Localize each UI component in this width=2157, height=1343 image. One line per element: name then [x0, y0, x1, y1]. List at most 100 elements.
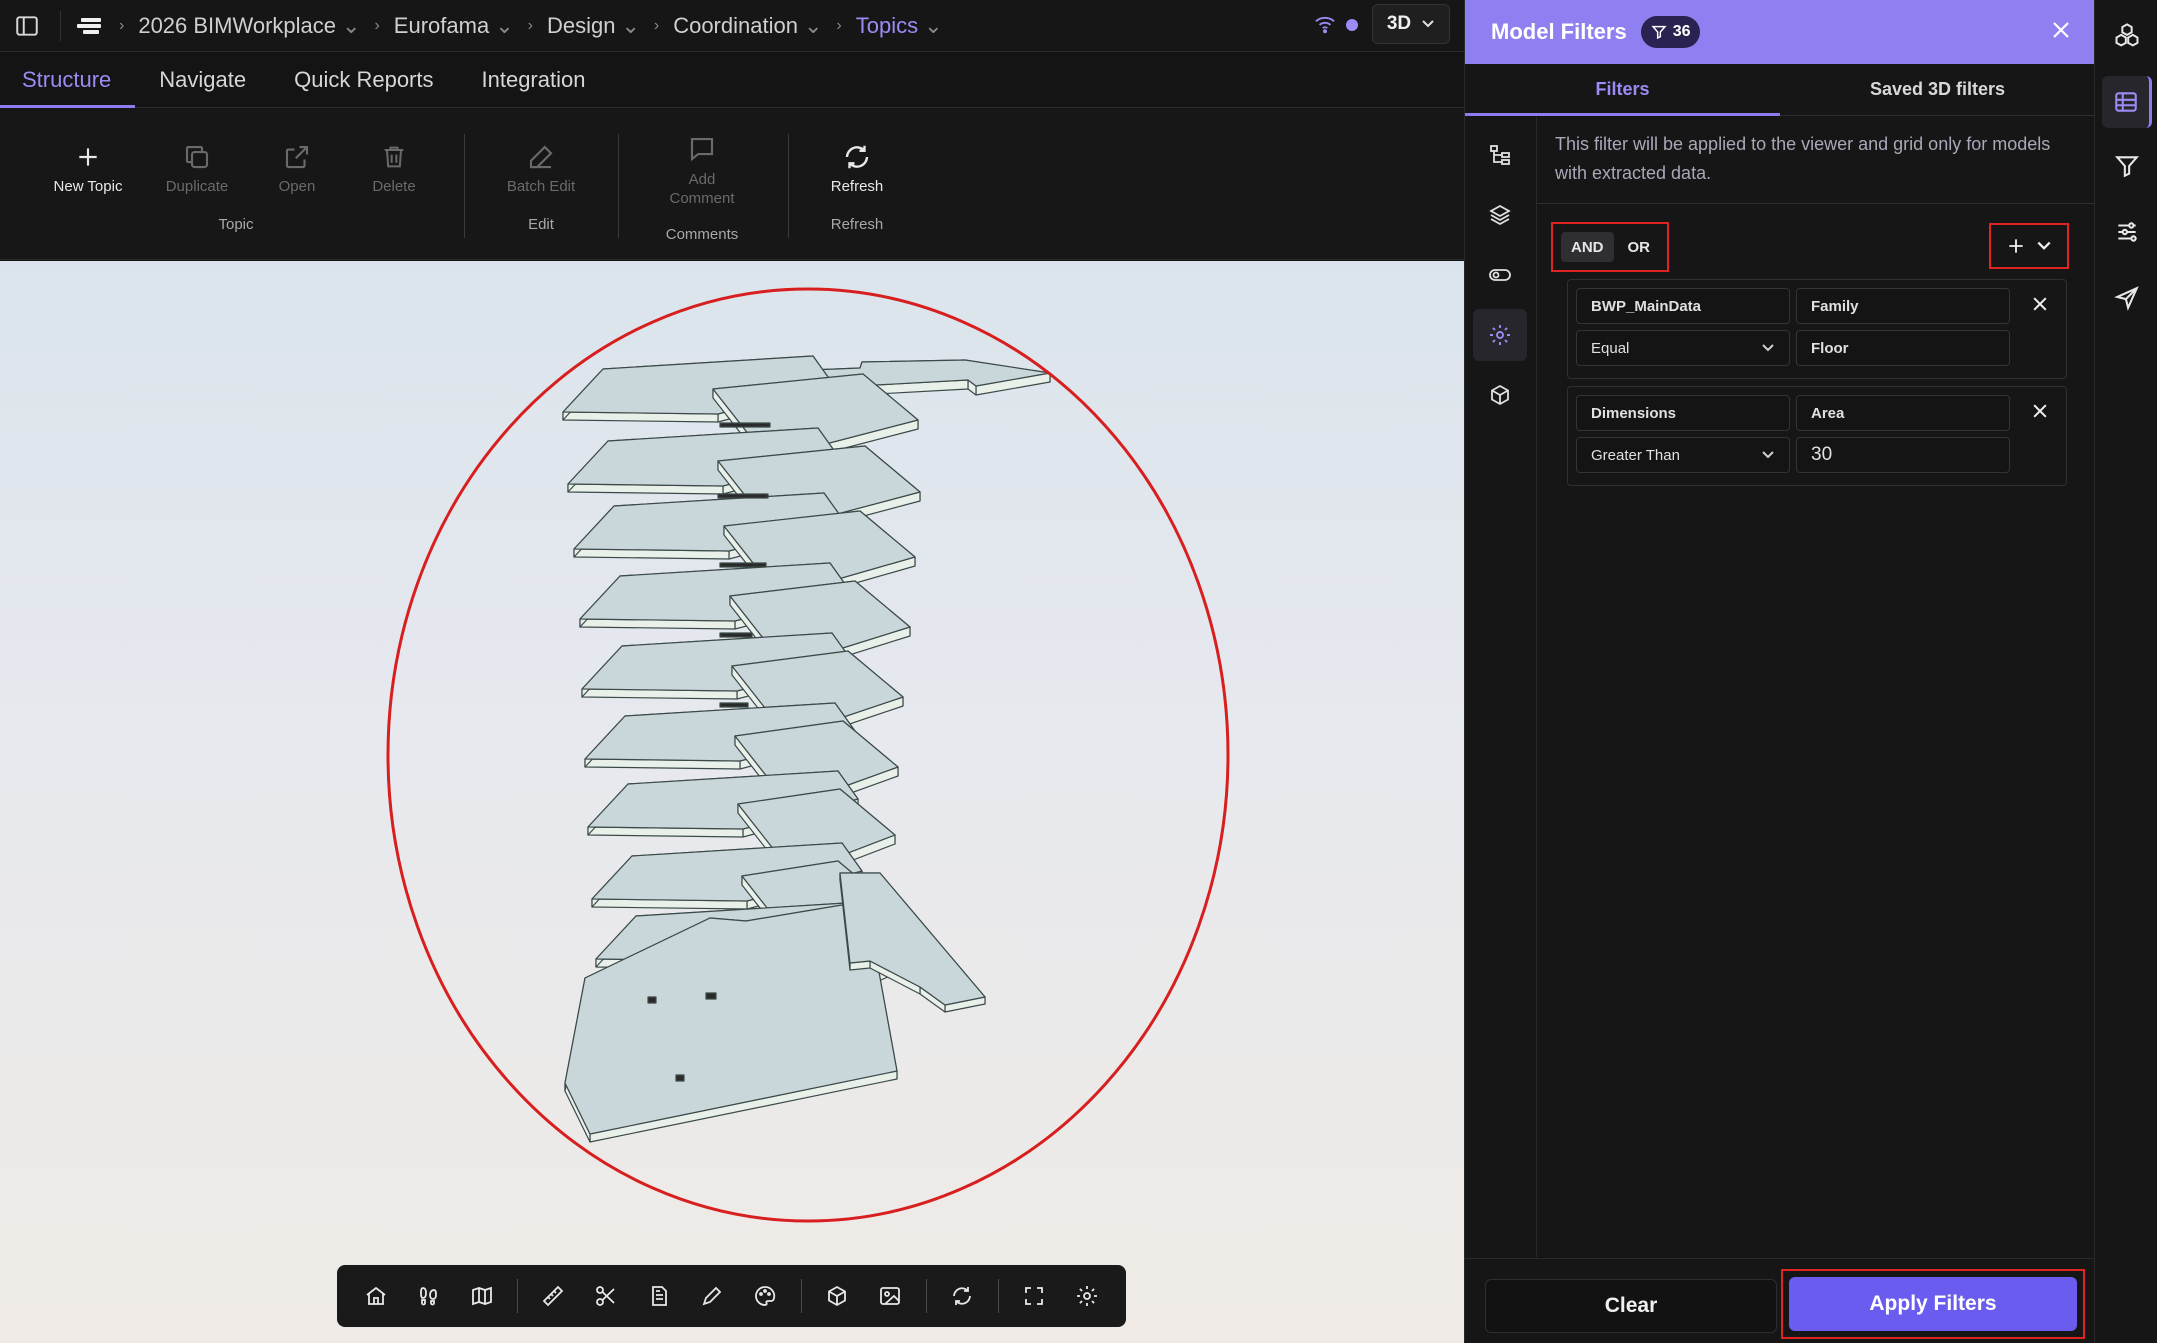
tab-quick-reports[interactable]: Quick Reports [270, 52, 457, 107]
opening [647, 996, 657, 1004]
breadcrumb-topics[interactable]: Topics ⌄ [856, 13, 943, 39]
model-filters-panel: Model Filters 36 Filters Saved 3D filter… [1464, 0, 2095, 1343]
panel-side-nav [1465, 117, 1537, 1257]
add-rule-button[interactable] [1989, 223, 2069, 269]
app-logo-icon[interactable] [75, 15, 105, 37]
plus-icon [79, 148, 97, 166]
sidebar-toggle-icon[interactable] [14, 13, 40, 39]
value-field[interactable]: Floor [1796, 330, 2010, 366]
duplicate-button[interactable]: Duplicate [147, 140, 247, 195]
copy-icon [185, 145, 209, 169]
home-button[interactable] [349, 1269, 402, 1323]
external-link-icon [285, 145, 309, 169]
new-topic-button[interactable]: New Topic [38, 140, 138, 195]
opening [719, 562, 767, 568]
filter-info-text: This filter will be applied to the viewe… [1555, 134, 2051, 183]
category-field[interactable]: Dimensions [1576, 395, 1790, 431]
section-button[interactable] [580, 1269, 633, 1323]
properties-button[interactable] [633, 1269, 686, 1323]
batch-edit-button[interactable]: Batch Edit [491, 140, 591, 195]
tab-integration[interactable]: Integration [458, 52, 610, 107]
or-button[interactable]: OR [1618, 232, 1661, 262]
view-mode-select[interactable]: 3D [1372, 4, 1450, 44]
breadcrumb-project[interactable]: Eurofama ⌄ [394, 13, 514, 39]
property-field[interactable]: Area [1796, 395, 2010, 431]
right-rail [2094, 0, 2157, 1343]
3d-viewport[interactable] [0, 261, 1464, 1343]
table-icon [2114, 92, 2137, 112]
close-icon [2053, 22, 2069, 38]
ruler-icon [543, 1285, 564, 1307]
layers-button[interactable] [1473, 189, 1527, 241]
breadcrumb-workspace[interactable]: 2026 BIMWorkplace ⌄ [138, 13, 360, 39]
reset-view-button[interactable] [936, 1269, 989, 1323]
appearance-button[interactable] [739, 1269, 792, 1323]
divider [517, 1279, 518, 1313]
filter-rule: Dimensions Area Greater Than 30 [1567, 386, 2067, 486]
breadcrumb-phase[interactable]: Design ⌄ [547, 13, 640, 39]
refresh-button[interactable]: Refresh [807, 140, 907, 195]
models-button[interactable] [2102, 10, 2152, 62]
cube-icon [1491, 384, 1509, 406]
trash-icon [384, 146, 404, 168]
ribbon-toolbar: New Topic Duplicate Open Delete Topic Ba… [0, 108, 1464, 260]
remove-rule-button[interactable] [2030, 294, 2050, 314]
viewer-settings-button[interactable] [1061, 1269, 1114, 1323]
chevron-down-icon [1422, 20, 1434, 28]
open-button[interactable]: Open [247, 140, 347, 195]
tab-saved-3d-filters[interactable]: Saved 3D filters [1780, 64, 2095, 115]
tab-filters[interactable]: Filters [1465, 64, 1780, 116]
value-field[interactable]: 30 [1796, 437, 2010, 473]
tab-structure[interactable]: Structure [0, 52, 136, 108]
chevron-right-icon: › [374, 16, 380, 34]
tree-view-button[interactable] [1473, 129, 1527, 181]
fullscreen-button[interactable] [1008, 1269, 1061, 1323]
and-button[interactable]: AND [1561, 232, 1614, 262]
adjustments-button[interactable] [2102, 206, 2152, 258]
toggle-icon [1489, 269, 1511, 281]
panel-title: Model Filters [1491, 19, 1627, 44]
grid-view-button[interactable] [2102, 76, 2152, 128]
document-icon [652, 1286, 668, 1306]
apply-filters-button[interactable]: Apply Filters [1789, 1277, 2077, 1331]
model-objects-button[interactable] [1473, 369, 1527, 421]
apply-filters-highlight: Apply Filters [1781, 1269, 2085, 1339]
operator-select[interactable]: Greater Than [1576, 437, 1790, 473]
property-field[interactable]: Family [1796, 288, 2010, 324]
filter-icon [2114, 156, 2140, 178]
opening [719, 422, 771, 428]
measure-button[interactable] [527, 1269, 580, 1323]
chevron-down-icon: ⌄ [495, 12, 514, 38]
screenshot-button[interactable] [864, 1269, 917, 1323]
opening [675, 1074, 685, 1082]
clear-button[interactable]: Clear [1485, 1279, 1777, 1333]
send-button[interactable] [2102, 272, 2152, 324]
footprints-icon [419, 1287, 437, 1306]
tab-navigate[interactable]: Navigate [135, 52, 270, 107]
divider [618, 134, 619, 238]
remove-rule-button[interactable] [2030, 401, 2050, 421]
close-panel-button[interactable] [2049, 18, 2073, 42]
chevron-down-icon: ⌄ [621, 12, 640, 38]
plus-icon [2009, 239, 2023, 253]
filter-settings-button[interactable] [1473, 309, 1527, 361]
map-button[interactable] [455, 1269, 508, 1323]
markup-button[interactable] [686, 1269, 739, 1323]
view-cube-button[interactable] [811, 1269, 864, 1323]
group-label-edit: Edit [528, 216, 554, 233]
ribbon-tabs: Structure Navigate Quick Reports Integra… [0, 52, 1464, 108]
send-icon [2114, 286, 2139, 311]
operator-select[interactable]: Equal [1576, 330, 1790, 366]
delete-button[interactable]: Delete [344, 140, 444, 195]
toggle-visibility-button[interactable] [1473, 249, 1527, 301]
walk-button[interactable] [402, 1269, 455, 1323]
status-dot [1346, 19, 1358, 31]
add-comment-button[interactable]: Add Comment [652, 132, 752, 208]
refresh-icon [845, 145, 869, 169]
category-field[interactable]: BWP_MainData [1576, 288, 1790, 324]
breadcrumb-module[interactable]: Coordination ⌄ [673, 13, 822, 39]
building-model[interactable] [0, 261, 1464, 1343]
group-label-refresh: Refresh [830, 216, 884, 233]
filters-button[interactable] [2102, 140, 2152, 192]
divider [800, 1279, 802, 1313]
